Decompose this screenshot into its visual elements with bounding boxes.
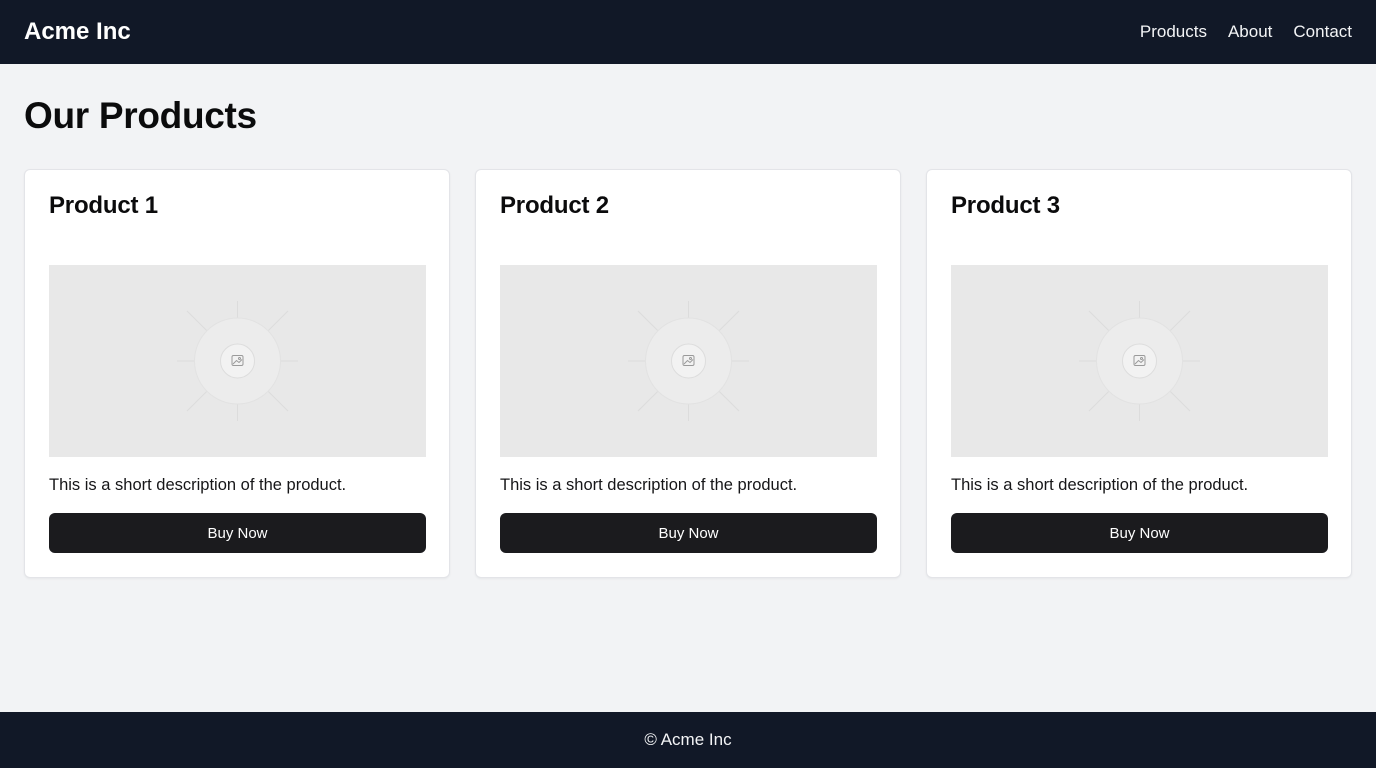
- image-placeholder-icon: [500, 265, 877, 457]
- product-description: This is a short description of the produ…: [951, 476, 1249, 494]
- product-title: Product 3: [951, 192, 1060, 219]
- buy-now-button[interactable]: Buy Now: [951, 513, 1328, 553]
- product-card: Product 2 This is a short description of…: [475, 169, 901, 578]
- page-title: Our Products: [24, 95, 257, 136]
- product-card: Product 3 This is a short description of…: [926, 169, 1352, 578]
- nav-link-products[interactable]: Products: [1140, 22, 1207, 42]
- product-grid: Product 1 This is a short description of…: [24, 169, 1352, 578]
- site-footer: © Acme Inc: [0, 712, 1376, 768]
- image-placeholder-icon: [49, 265, 426, 457]
- product-title: Product 1: [49, 192, 158, 219]
- brand-logo[interactable]: Acme Inc: [24, 18, 131, 46]
- image-placeholder-icon: [951, 265, 1328, 457]
- product-description: This is a short description of the produ…: [49, 476, 347, 494]
- product-title: Product 2: [500, 192, 609, 219]
- product-description: This is a short description of the produ…: [500, 476, 798, 494]
- main-nav: Products About Contact: [1140, 22, 1352, 42]
- nav-link-about[interactable]: About: [1228, 22, 1272, 42]
- nav-link-contact[interactable]: Contact: [1293, 22, 1352, 42]
- product-card: Product 1 This is a short description of…: [24, 169, 450, 578]
- buy-now-button[interactable]: Buy Now: [500, 513, 877, 553]
- buy-now-button[interactable]: Buy Now: [49, 513, 426, 553]
- main-content: Our Products Product 1 This is a short d…: [24, 64, 1352, 578]
- site-header: Acme Inc Products About Contact: [0, 0, 1376, 64]
- footer-copyright: © Acme Inc: [644, 730, 732, 749]
